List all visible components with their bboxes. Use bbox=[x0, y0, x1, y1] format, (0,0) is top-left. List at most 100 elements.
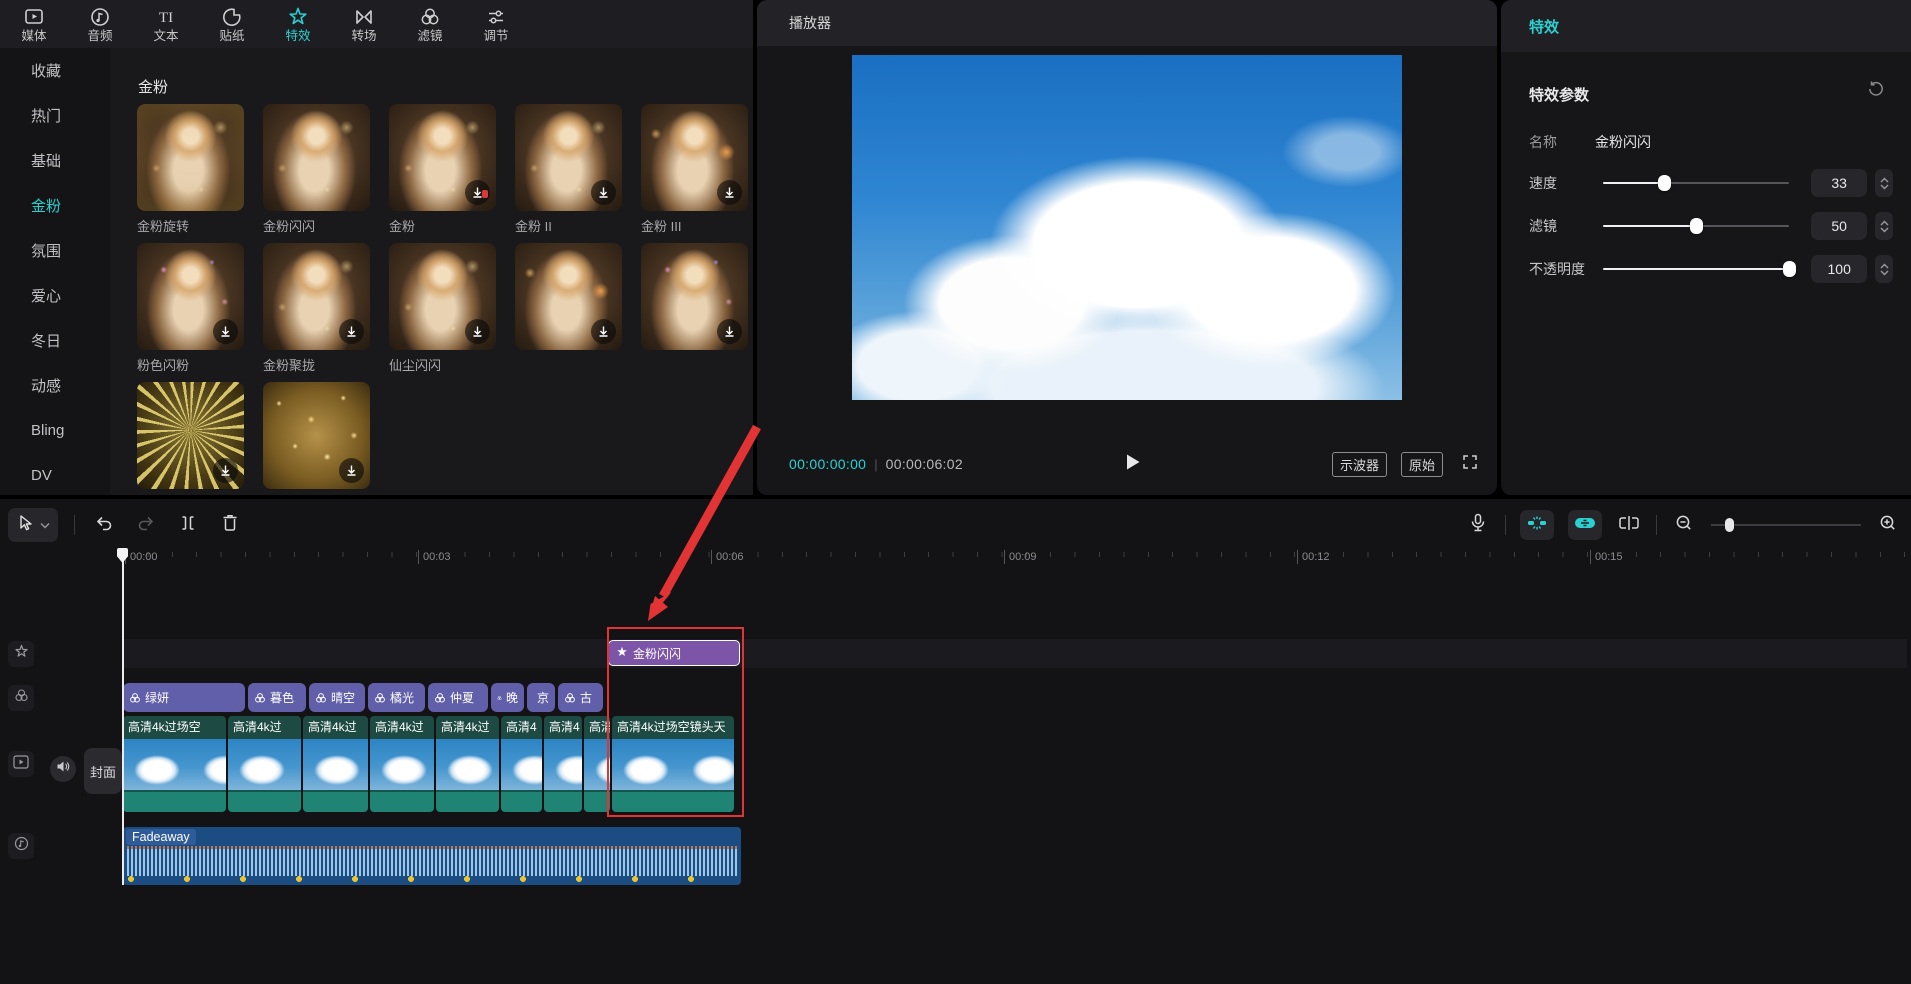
video-clip[interactable]: 高清4k过场空镜头天 bbox=[612, 716, 734, 812]
tab-text[interactable]: TI 文本 bbox=[146, 6, 186, 43]
effect-thumbnail[interactable]: 金粉 III bbox=[641, 104, 748, 234]
tab-effects[interactable]: 特效 bbox=[278, 6, 318, 43]
link-preview-toggle[interactable] bbox=[1568, 510, 1602, 540]
spinner-up-icon bbox=[1880, 263, 1889, 269]
sidebar-item-dynamic[interactable]: 动感 bbox=[0, 363, 110, 408]
sidebar-item-love[interactable]: 爱心 bbox=[0, 273, 110, 318]
tab-filter[interactable]: 滤镜 bbox=[410, 6, 450, 43]
effect-name: 金粉 II bbox=[515, 216, 622, 234]
tab-transition[interactable]: 转场 bbox=[344, 6, 384, 43]
mute-track-button[interactable] bbox=[50, 756, 76, 782]
mirror-edit-button[interactable] bbox=[1616, 512, 1642, 538]
record-voiceover-button[interactable] bbox=[1465, 512, 1491, 538]
effect-thumbnail[interactable]: 金粉闪闪 bbox=[263, 104, 370, 234]
effect-thumbnail[interactable]: 金粉 II bbox=[515, 104, 622, 234]
video-preview[interactable] bbox=[852, 55, 1402, 400]
play-button[interactable] bbox=[1119, 450, 1147, 478]
tab-media[interactable]: 媒体 bbox=[14, 6, 54, 43]
tab-sticker[interactable]: 贴纸 bbox=[212, 6, 252, 43]
zoom-out-button[interactable] bbox=[1671, 512, 1697, 538]
video-clip[interactable]: 高清4k过 bbox=[436, 716, 499, 812]
zoom-in-button[interactable] bbox=[1875, 512, 1901, 538]
video-filmstrip bbox=[228, 739, 301, 790]
speed-stepper[interactable] bbox=[1875, 169, 1893, 197]
effects-grid-panel: 金粉 金粉旋转 金粉闪闪 金粉 bbox=[110, 48, 753, 495]
select-tool-button[interactable] bbox=[8, 508, 58, 542]
opacity-stepper[interactable] bbox=[1875, 255, 1893, 283]
inspector-panel: 特效 特效参数 名称 金粉闪闪 速度 33 滤镜 50 bbox=[1501, 0, 1911, 495]
effect-preview-image bbox=[515, 104, 622, 211]
effect-thumbnail[interactable] bbox=[515, 243, 622, 373]
effect-thumbnail[interactable]: 金粉 bbox=[389, 104, 496, 234]
tab-audio[interactable]: 音频 bbox=[80, 6, 120, 43]
video-clip[interactable]: 高清4 bbox=[584, 716, 610, 812]
sidebar-item-atmosphere[interactable]: 氛围 bbox=[0, 228, 110, 273]
effect-thumbnail[interactable] bbox=[263, 382, 370, 495]
delete-button[interactable] bbox=[217, 512, 243, 538]
video-clip[interactable]: 高清4k过 bbox=[228, 716, 301, 812]
filter-clip[interactable]: 暮色 bbox=[248, 683, 306, 712]
video-clip[interactable]: 高清4 bbox=[544, 716, 582, 812]
filter-clip[interactable]: 晴空 bbox=[309, 683, 365, 712]
sidebar-item-dv[interactable]: DV bbox=[0, 453, 110, 498]
filter-param-row: 滤镜 50 bbox=[1529, 211, 1893, 241]
effect-thumbnail[interactable] bbox=[137, 382, 244, 495]
timeline-ruler[interactable]: 00:00 00:03 00:06 00:09 00:12 00:15 bbox=[123, 548, 1909, 568]
video-filmstrip bbox=[436, 739, 499, 790]
filter-clip[interactable]: 京 bbox=[527, 683, 555, 712]
filter-clip[interactable]: 古 bbox=[558, 683, 603, 712]
effect-thumbnail[interactable]: 粉色闪粉 bbox=[137, 243, 244, 373]
star-icon bbox=[14, 644, 29, 664]
effect-thumbnail[interactable]: 仙尘闪闪 bbox=[389, 243, 496, 373]
playhead-line[interactable] bbox=[122, 548, 124, 885]
sticker-icon bbox=[221, 6, 243, 28]
fullscreen-button[interactable] bbox=[1457, 451, 1483, 477]
filter-track-header[interactable] bbox=[8, 685, 34, 711]
video-clip[interactable]: 高清4k过场空 bbox=[123, 716, 226, 812]
video-clip[interactable]: 高清4k过 bbox=[370, 716, 434, 812]
redo-button[interactable] bbox=[133, 512, 159, 538]
play-icon bbox=[1125, 453, 1141, 476]
select-tool-icon bbox=[16, 514, 34, 537]
filter-clip[interactable]: 晚 bbox=[491, 683, 524, 712]
tab-effect-settings[interactable]: 特效 bbox=[1529, 16, 1559, 37]
effect-thumbnail[interactable] bbox=[641, 243, 748, 373]
video-clip[interactable]: 高清4k过 bbox=[303, 716, 368, 812]
sidebar-item-favorites[interactable]: 收藏 bbox=[0, 48, 110, 93]
video-track-header[interactable] bbox=[8, 751, 34, 777]
sidebar-item-basic[interactable]: 基础 bbox=[0, 138, 110, 183]
filter-value-input[interactable]: 50 bbox=[1811, 212, 1867, 240]
split-button[interactable] bbox=[175, 512, 201, 538]
effect-clip-selected[interactable]: 金粉闪闪 bbox=[608, 640, 740, 666]
download-icon bbox=[717, 319, 742, 344]
audio-track-header[interactable] bbox=[8, 833, 34, 859]
opacity-slider[interactable] bbox=[1603, 261, 1789, 277]
auto-snap-toggle[interactable] bbox=[1520, 510, 1554, 540]
timeline-zoom-slider[interactable] bbox=[1711, 518, 1861, 532]
original-ratio-button[interactable]: 原始 bbox=[1401, 452, 1443, 477]
speed-value-input[interactable]: 33 bbox=[1811, 169, 1867, 197]
effect-thumbnail[interactable]: 金粉聚拢 bbox=[263, 243, 370, 373]
sidebar-item-hot[interactable]: 热门 bbox=[0, 93, 110, 138]
sidebar-item-goldpowder[interactable]: 金粉 bbox=[0, 183, 110, 228]
speed-slider[interactable] bbox=[1603, 175, 1789, 191]
filter-slider[interactable] bbox=[1603, 218, 1789, 234]
filter-clip-label: 晴空 bbox=[331, 689, 355, 706]
oscilloscope-button[interactable]: 示波器 bbox=[1332, 452, 1387, 477]
video-clip[interactable]: 高清4 bbox=[501, 716, 542, 812]
tab-adjust[interactable]: 调节 bbox=[476, 6, 516, 43]
effect-thumbnail[interactable]: 金粉旋转 bbox=[137, 104, 244, 234]
sidebar-item-bling[interactable]: Bling bbox=[0, 408, 110, 453]
effect-track-header[interactable] bbox=[8, 641, 34, 667]
effect-name: 金粉闪闪 bbox=[263, 216, 370, 234]
cover-button[interactable]: 封面 bbox=[84, 748, 122, 794]
sidebar-item-winter[interactable]: 冬日 bbox=[0, 318, 110, 363]
reset-button[interactable] bbox=[1867, 80, 1885, 103]
opacity-value-input[interactable]: 100 bbox=[1811, 255, 1867, 283]
audio-clip[interactable]: Fadeaway bbox=[123, 827, 741, 885]
filter-clip[interactable]: 绿妍 bbox=[123, 683, 245, 712]
filter-stepper[interactable] bbox=[1875, 212, 1893, 240]
filter-clip[interactable]: 橘光 bbox=[368, 683, 425, 712]
undo-button[interactable] bbox=[91, 512, 117, 538]
filter-clip[interactable]: 仲夏 bbox=[428, 683, 488, 712]
